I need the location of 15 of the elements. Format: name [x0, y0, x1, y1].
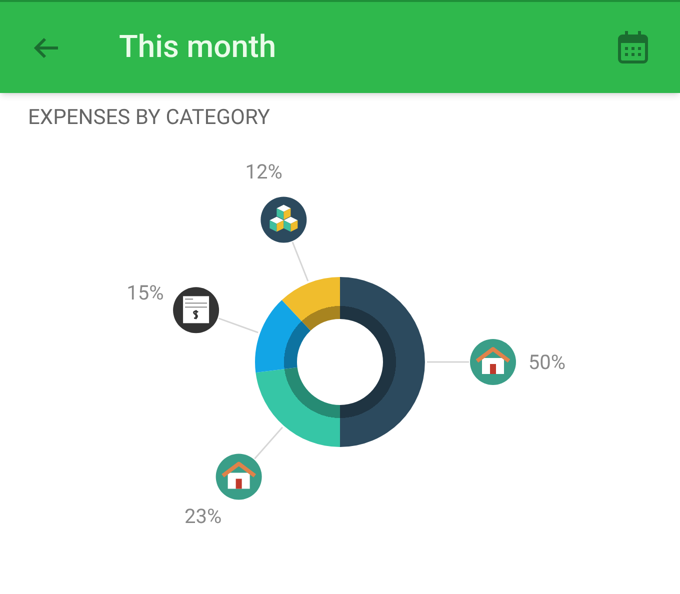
house-icon — [216, 454, 262, 500]
percent-label: 23% — [184, 504, 222, 528]
boxes-icon — [260, 196, 307, 243]
leader-line — [292, 242, 309, 282]
leader-line — [254, 426, 284, 460]
receipt-icon — [173, 287, 220, 334]
percent-label: 50% — [528, 350, 566, 374]
percent-label: 12% — [245, 159, 282, 184]
leader-line — [427, 361, 469, 363]
house-icon — [470, 339, 516, 385]
percent-label: 15% — [126, 280, 164, 305]
leader-line — [218, 318, 258, 334]
section-title: EXPENSES BY CATEGORY — [28, 106, 270, 130]
calendar-button[interactable] — [617, 30, 649, 64]
screen-title: This month — [119, 27, 276, 68]
